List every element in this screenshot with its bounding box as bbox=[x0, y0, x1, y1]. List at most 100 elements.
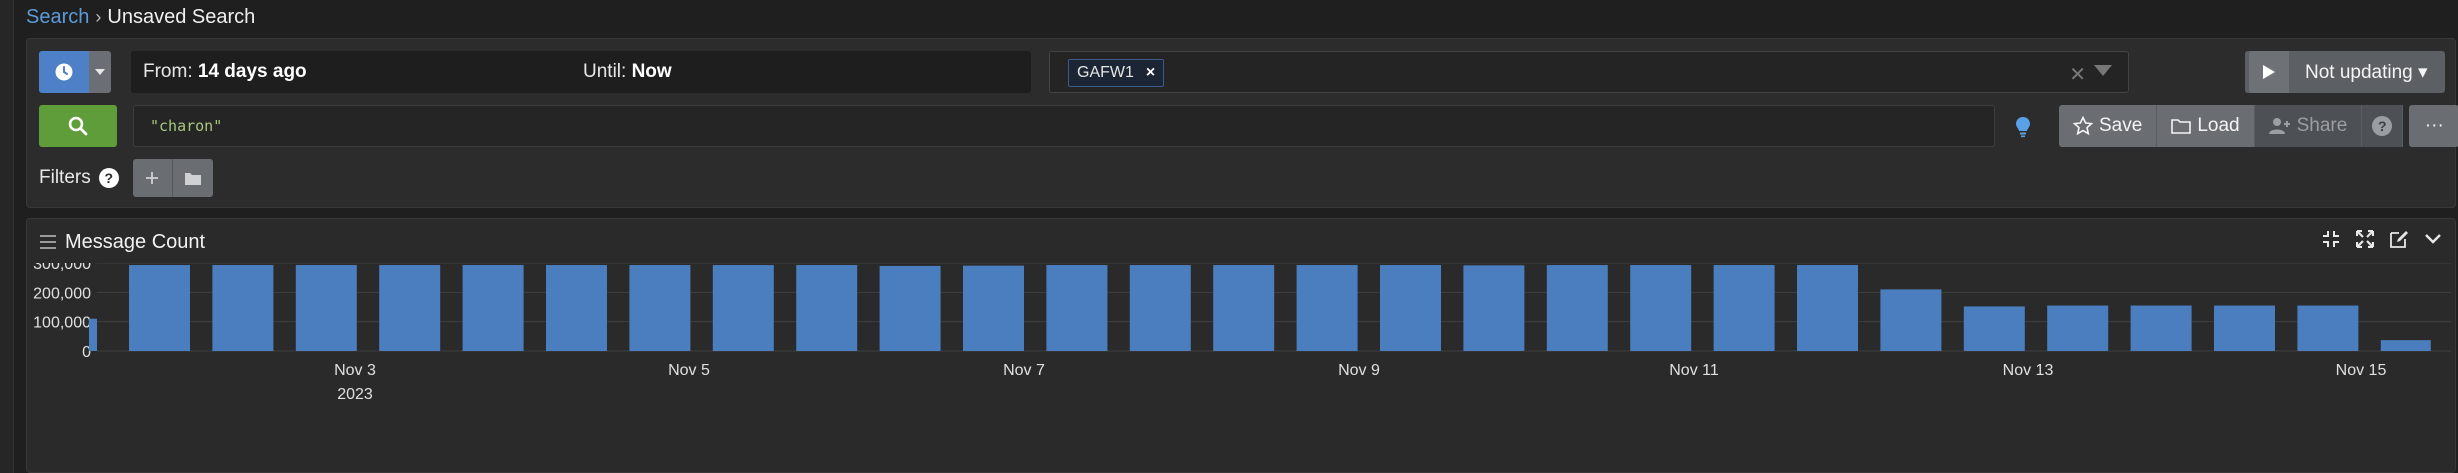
share-help-button[interactable]: ? bbox=[2362, 105, 2404, 147]
refresh-caret: ▾ bbox=[2418, 61, 2428, 83]
play-icon bbox=[2263, 65, 2275, 79]
search-query-input[interactable]: "charon" bbox=[133, 105, 1995, 147]
help-icon: ? bbox=[2372, 116, 2393, 136]
breadcrumb-separator: › bbox=[95, 7, 102, 27]
x-tick-label: Nov 13 bbox=[2003, 362, 2054, 379]
clock-icon bbox=[55, 63, 73, 81]
load-filter-button[interactable] bbox=[172, 159, 213, 197]
stream-chip-label: GAFW1 bbox=[1077, 64, 1134, 81]
widget-header: Message Count bbox=[39, 229, 205, 255]
chart-bar bbox=[462, 265, 524, 351]
remove-stream-icon[interactable]: × bbox=[1146, 64, 1155, 82]
chart-bar bbox=[796, 265, 858, 351]
share-button[interactable]: Share bbox=[2254, 105, 2363, 147]
chart-bar bbox=[1296, 265, 1358, 351]
load-label: Load bbox=[2197, 115, 2240, 136]
star-icon bbox=[2073, 116, 2093, 136]
magnifier-icon bbox=[68, 116, 88, 136]
filter-buttons bbox=[132, 159, 213, 197]
hamburger-icon[interactable] bbox=[39, 234, 57, 250]
range-from: From: 14 days ago bbox=[143, 61, 307, 83]
widget-title: Message Count bbox=[65, 230, 206, 253]
chart-bar bbox=[1713, 265, 1775, 351]
x-tick-label: Nov 9 bbox=[1338, 362, 1380, 379]
load-button[interactable]: Load bbox=[2157, 105, 2255, 147]
x-year-label: 2023 bbox=[337, 386, 373, 403]
chart-bar bbox=[2047, 305, 2109, 351]
add-filter-button[interactable] bbox=[132, 159, 173, 197]
user-plus-icon bbox=[2268, 118, 2290, 134]
x-tick-label: Nov 11 bbox=[1669, 362, 1719, 379]
stream-dropdown-icon[interactable] bbox=[2094, 65, 2112, 76]
chart-bar bbox=[629, 265, 691, 351]
chart-bar bbox=[1463, 265, 1525, 351]
chart-bar bbox=[1880, 289, 1942, 351]
y-tick-label: 200,000 bbox=[33, 285, 91, 302]
chart-bar bbox=[2214, 305, 2275, 351]
chart-bar bbox=[546, 265, 607, 351]
chart-bar bbox=[1129, 265, 1191, 351]
chart-bar bbox=[295, 265, 357, 351]
more-actions-button[interactable]: ··· bbox=[2409, 105, 2458, 147]
chart-bar bbox=[1046, 265, 1108, 351]
breadcrumb: Search › Unsaved Search bbox=[26, 6, 255, 29]
chart-bar bbox=[2297, 305, 2359, 351]
search-bar-panel: From: 14 days ago Until: Now GAFW1 × ✕ N… bbox=[26, 38, 2458, 208]
chart-bar bbox=[1630, 265, 1692, 351]
chart-bar bbox=[379, 265, 441, 351]
save-button[interactable]: Save bbox=[2059, 105, 2158, 147]
chart-bar bbox=[1963, 306, 2025, 351]
folder-icon bbox=[184, 172, 201, 185]
lightbulb-icon[interactable] bbox=[2011, 113, 2035, 141]
search-actions: Save Load Share ? ··· bbox=[2059, 105, 2458, 147]
until-value: Now bbox=[631, 61, 672, 82]
range-until: Until: Now bbox=[583, 61, 672, 83]
time-range-button[interactable] bbox=[39, 51, 89, 93]
caret-down-icon bbox=[95, 69, 105, 75]
chart-bar bbox=[1797, 265, 1858, 351]
time-range-display[interactable]: From: 14 days ago Until: Now bbox=[131, 51, 1031, 93]
x-tick-label: Nov 7 bbox=[1003, 362, 1045, 379]
breadcrumb-search-link[interactable]: Search bbox=[26, 6, 89, 29]
y-tick-label: 300,000 bbox=[33, 263, 91, 273]
search-button[interactable] bbox=[39, 105, 117, 147]
from-value: 14 days ago bbox=[197, 61, 307, 82]
chart-bar bbox=[879, 265, 941, 351]
plus-icon bbox=[146, 172, 159, 184]
chart-bar bbox=[2380, 340, 2431, 351]
chart-bar bbox=[1546, 265, 1608, 351]
filters-help-icon[interactable]: ? bbox=[98, 168, 119, 188]
chart-bar bbox=[89, 318, 97, 351]
edit-icon[interactable] bbox=[2389, 229, 2409, 249]
x-tick-label: Nov 5 bbox=[668, 362, 710, 379]
share-label: Share bbox=[2296, 115, 2348, 136]
message-count-widget: Message Count 300,000 200,000 100,000 0 Nov … bbox=[26, 218, 2456, 473]
x-tick-label: Nov 3 bbox=[334, 362, 376, 379]
compress-icon[interactable] bbox=[2321, 229, 2341, 249]
chart-bar bbox=[212, 265, 274, 351]
stream-selector[interactable]: GAFW1 × ✕ bbox=[1049, 51, 2129, 93]
widget-actions bbox=[2321, 229, 2443, 249]
message-count-chart: 300,000200,000100,0000Nov 3 Nov 5 Nov 7 Nov… bbox=[33, 263, 2451, 403]
from-label: From: bbox=[143, 61, 193, 82]
chart-bar bbox=[2130, 305, 2192, 351]
until-label: Until: bbox=[583, 61, 627, 82]
refresh-control[interactable]: Not updating ▾ bbox=[2245, 51, 2445, 93]
filters-row: Filters ? bbox=[39, 159, 213, 197]
chart-bar bbox=[1213, 265, 1275, 351]
refresh-label: Not updating ▾ bbox=[2305, 61, 2428, 84]
clear-streams-icon[interactable]: ✕ bbox=[2069, 62, 2086, 87]
y-tick-label: 100,000 bbox=[33, 315, 91, 332]
chevron-down-icon[interactable] bbox=[2423, 229, 2443, 249]
chart-bar bbox=[712, 265, 774, 351]
folder-icon bbox=[2171, 119, 2192, 134]
expand-icon[interactable] bbox=[2355, 229, 2375, 249]
filters-label: Filters bbox=[39, 167, 91, 188]
time-range-dropdown-toggle[interactable] bbox=[89, 51, 111, 93]
chart-bar bbox=[1380, 265, 1441, 351]
stream-chip: GAFW1 × bbox=[1068, 59, 1165, 87]
play-button[interactable] bbox=[2249, 51, 2289, 93]
breadcrumb-current: Unsaved Search bbox=[107, 6, 256, 28]
save-label: Save bbox=[2099, 115, 2143, 136]
x-tick-label: Nov 15 bbox=[2336, 362, 2387, 379]
